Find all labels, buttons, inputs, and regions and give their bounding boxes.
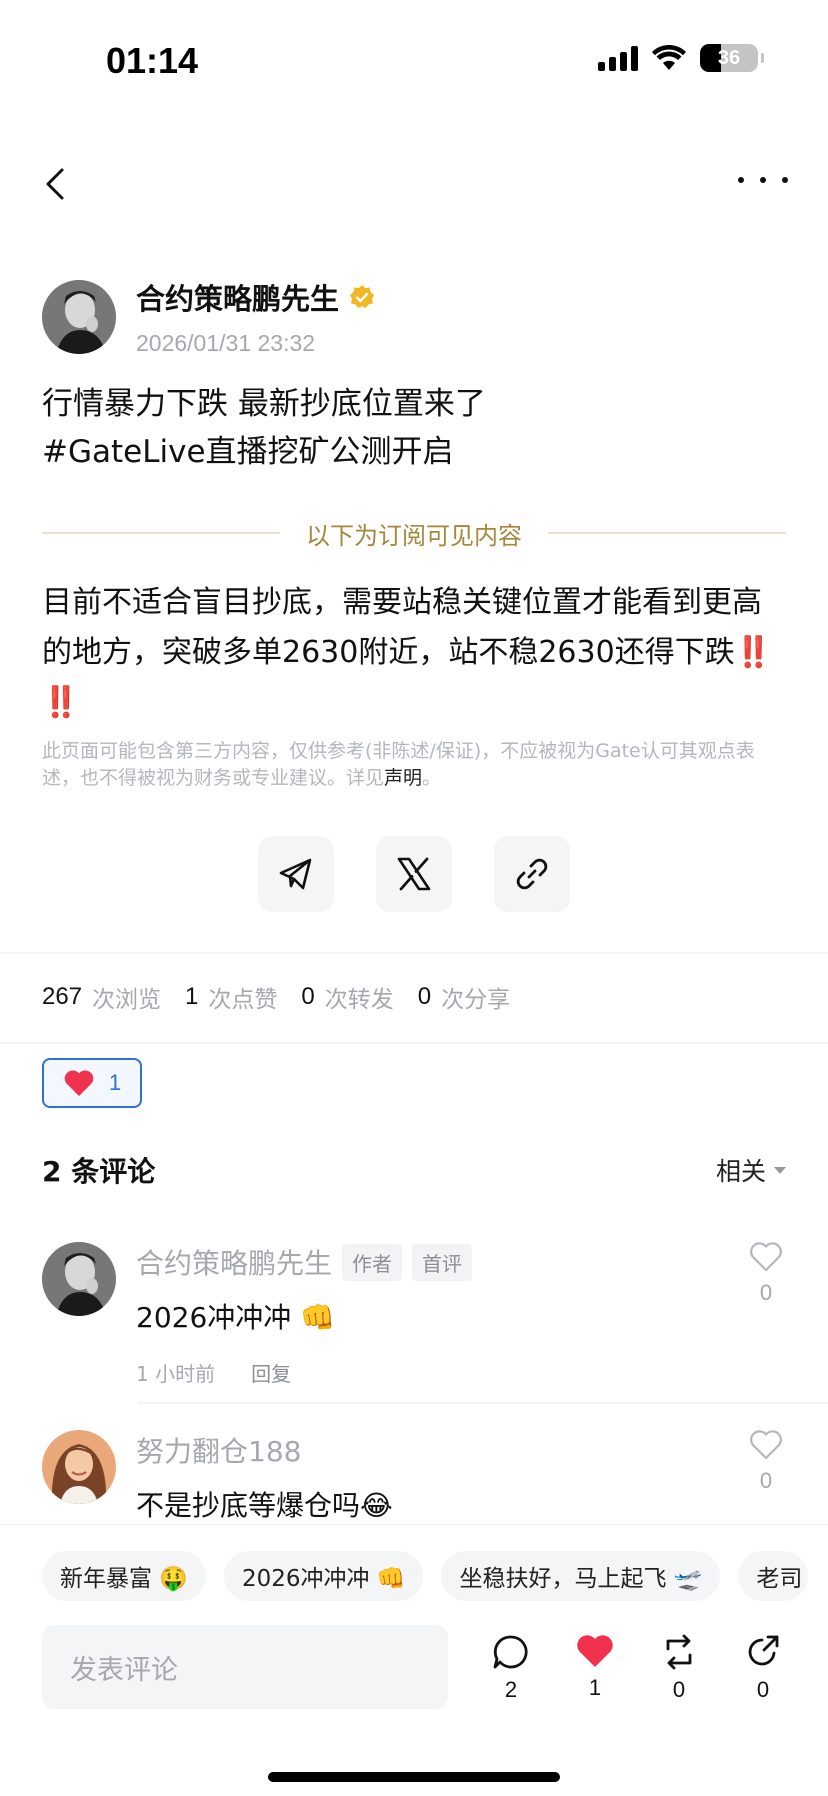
dot-icon [782,177,788,183]
heart-icon [64,1070,94,1096]
double-exclamation-emoji: ‼️ [42,685,79,720]
wifi-icon [652,45,686,70]
status-bar: 01:14 36 [0,0,828,120]
view-label: 次浏览 [92,987,162,1013]
post-content: 行情暴力下跌 最新抄底位置来了 #GateLive直播挖矿公测开启 [42,380,786,476]
heart-outline-icon [750,1242,782,1272]
commenter-name[interactable]: 努力翻仓188 [136,1430,301,1470]
repost-count: 0 [301,983,315,1010]
status-time: 01:14 [106,40,199,81]
x-icon [397,857,431,891]
caret-down-icon [774,1166,786,1174]
quick-reply-chip[interactable]: 老司 [738,1551,809,1601]
repost-icon [666,1634,692,1670]
like-reaction-chip[interactable]: 1 [42,1058,142,1108]
comment-text: 2026冲冲冲 👊 [136,1301,336,1334]
comment-divider [138,1402,828,1404]
comment-like-count: 0 [759,1468,773,1493]
quick-reply-chip[interactable]: 坐稳扶好，马上起飞 🛫 [441,1551,721,1601]
like-reaction-count: 1 [108,1070,122,1095]
heart-icon [577,1635,613,1667]
author-name[interactable]: 合约策略鹏先生 [136,276,375,318]
repost-label: 次转发 [324,987,394,1013]
verified-badge-icon [350,285,375,308]
subscriber-divider-label: 以下为订阅可见内容 [306,521,522,550]
comment-action-button[interactable]: 2 [486,1633,536,1703]
dot-icon [738,177,744,183]
post-author-row[interactable]: 合约策略鹏先生 2026/01/31 23:32 [42,276,375,357]
first-comment-tag: 首评 [412,1243,473,1281]
comment-item: 合约策略鹏先生 作者 首评 2026冲冲冲 👊 1 小时前 回复 0 [42,1242,786,1392]
like-count: 1 [588,1675,602,1700]
divider-line [548,532,786,534]
comments-header: 2 条评论 相关 [42,1150,786,1190]
battery-icon: 36 [700,44,764,72]
section-divider [0,952,828,954]
share-count: 0 [417,983,432,1010]
quick-reply-chip[interactable]: 新年暴富 🤑 [42,1551,206,1601]
comment-bubble-icon [493,1635,528,1669]
section-divider [0,1042,828,1044]
share-action-button[interactable]: 0 [738,1633,788,1703]
comment-count: 2 [504,1677,518,1702]
comment-like-count: 0 [759,1280,773,1305]
copy-link-button[interactable] [494,836,570,912]
double-exclamation-emoji: ‼️ [734,635,772,670]
repost-action-button[interactable]: 0 [654,1633,704,1703]
divider-line [42,532,280,534]
post-text-line: 行情暴力下跌 最新抄底位置来了 [42,386,486,422]
reply-button[interactable]: 回复 [251,1358,291,1387]
home-indicator [268,1772,560,1782]
telegram-icon [279,858,312,890]
bottom-composer-panel: 新年暴富 🤑 2026冲冲冲 👊 坐稳扶好，马上起飞 🛫 老司 发表评论 2 1… [0,1524,828,1796]
comment-like-button[interactable]: 0 [746,1430,786,1494]
subscriber-text: 目前不适合盲目抄底，需要站稳关键位置才能看到更高的地方，突破多单2630附近，站… [42,585,762,670]
post-timestamp: 2026/01/31 23:32 [136,330,316,356]
more-options-button[interactable] [738,160,788,200]
repost-count: 0 [672,1677,686,1702]
commenter-avatar[interactable] [42,1430,116,1504]
disclaimer-link[interactable]: 声明 [384,767,422,789]
share-label: 次分享 [441,987,511,1013]
share-count: 0 [756,1677,770,1702]
back-button[interactable] [38,164,78,204]
like-action-button[interactable]: 1 [570,1633,620,1701]
status-icons: 36 [598,44,764,72]
like-label: 次点赞 [208,987,278,1013]
view-count: 267 [42,983,83,1010]
cellular-signal-icon [598,45,638,71]
comment-text: 不是抄底等爆仓吗😂 [136,1489,393,1522]
quick-reply-row: 新年暴富 🤑 2026冲冲冲 👊 坐稳扶好，马上起飞 🛫 老司 [42,1551,809,1601]
commenter-avatar[interactable] [42,1242,116,1316]
subscriber-divider: 以下为订阅可见内容 [42,518,786,550]
post-stats: 267 次浏览 1 次点赞 0 次转发 0 次分享 [42,980,534,1014]
quick-reply-chip[interactable]: 2026冲冲冲 👊 [223,1551,424,1601]
share-row [258,836,570,912]
comments-title: 2 条评论 [42,1155,156,1188]
share-icon [748,1635,779,1666]
subscriber-content: 目前不适合盲目抄底，需要站稳关键位置才能看到更高的地方，突破多单2630附近，站… [42,578,786,728]
comment-input[interactable]: 发表评论 [42,1625,448,1709]
share-telegram-button[interactable] [258,836,334,912]
commenter-name[interactable]: 合约策略鹏先生 [136,1242,332,1282]
author-tag: 作者 [342,1243,403,1281]
post-hashtag[interactable]: #GateLive直播挖矿公测开启 [42,428,786,476]
comment-item: 努力翻仓188 不是抄底等爆仓吗😂 0 [42,1430,786,1522]
author-avatar[interactable] [42,279,116,354]
share-x-button[interactable] [376,836,452,912]
dot-icon [760,177,766,183]
comment-time: 1 小时前 [136,1362,216,1386]
chevron-left-icon [46,168,64,200]
nav-bar [0,150,828,220]
like-count: 1 [185,983,199,1010]
heart-outline-icon [750,1430,782,1460]
link-icon [516,858,548,890]
disclaimer-text: 此页面可能包含第三方内容，仅供参考(非陈述/保证)，不应被视为Gate认可其观点… [42,740,755,789]
comment-like-button[interactable]: 0 [746,1242,786,1306]
comment-sort-dropdown[interactable]: 相关 [716,1152,786,1188]
